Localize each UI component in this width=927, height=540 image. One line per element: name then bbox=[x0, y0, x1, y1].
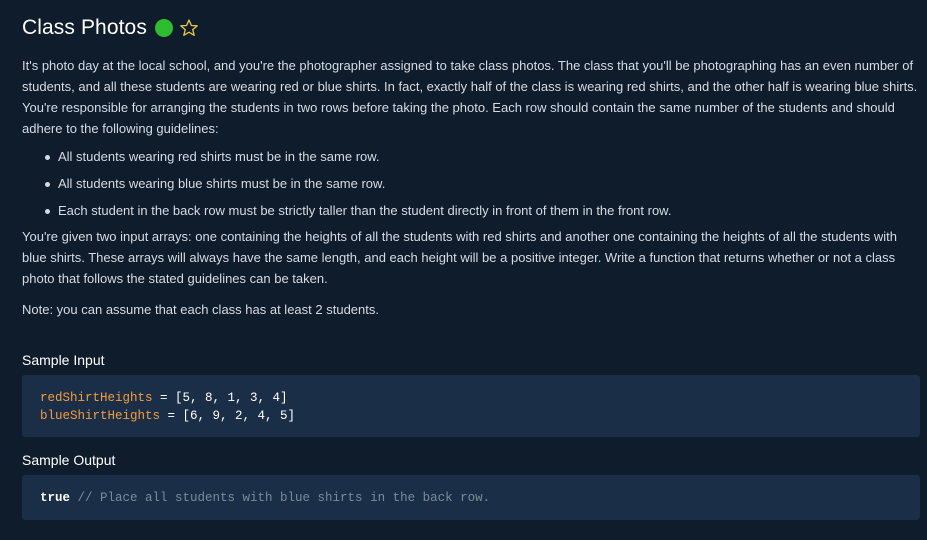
problem-description: It's photo day at the local school, and … bbox=[22, 55, 920, 320]
page-title: Class Photos bbox=[22, 16, 147, 39]
variable-name: blueShirtHeights bbox=[40, 409, 161, 423]
description-paragraph: You're given two input arrays: one conta… bbox=[22, 229, 898, 286]
code-line: blueShirtHeights = [6, 9, 2, 4, 5] bbox=[40, 407, 902, 425]
code-comment: // Place all students with blue shirts i… bbox=[70, 491, 491, 505]
guideline-item: All students wearing red shirts must be … bbox=[22, 143, 920, 170]
variable-value: = [6, 9, 2, 4, 5] bbox=[160, 409, 296, 423]
sample-output-code: true // Place all students with blue shi… bbox=[22, 475, 920, 520]
star-outline-icon[interactable] bbox=[179, 18, 199, 38]
guidelines-list: All students wearing red shirts must be … bbox=[22, 143, 920, 224]
guideline-item: Each student in the back row must be str… bbox=[22, 197, 920, 224]
output-value: true bbox=[40, 491, 71, 505]
sample-input-heading: Sample Input bbox=[22, 352, 105, 368]
status-dot-icon bbox=[154, 19, 173, 37]
code-line: true // Place all students with blue shi… bbox=[40, 489, 902, 507]
variable-value: = [5, 8, 1, 3, 4] bbox=[152, 391, 288, 405]
description-note: Note: you can assume that each class has… bbox=[22, 302, 379, 317]
variable-name: redShirtHeights bbox=[40, 391, 153, 405]
title-row: Class Photos bbox=[22, 14, 199, 42]
problem-page: Class Photos It's photo day at the local… bbox=[0, 0, 927, 540]
sample-output-heading: Sample Output bbox=[22, 452, 116, 468]
code-line: redShirtHeights = [5, 8, 1, 3, 4] bbox=[40, 389, 902, 407]
guideline-item: All students wearing blue shirts must be… bbox=[22, 170, 920, 197]
sample-input-code: redShirtHeights = [5, 8, 1, 3, 4] blueSh… bbox=[22, 375, 920, 437]
description-paragraph: It's photo day at the local school, and … bbox=[22, 58, 918, 136]
